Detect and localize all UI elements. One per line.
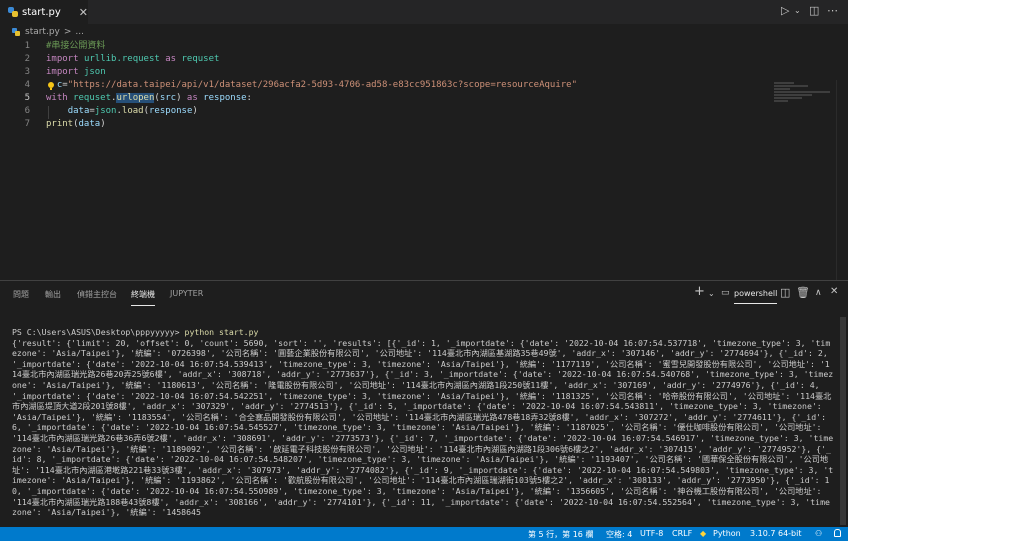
breadcrumb-tail[interactable]: ...: [75, 27, 84, 37]
line-ending[interactable]: CRLF: [672, 529, 692, 538]
code-token: ): [176, 93, 187, 103]
code-token: with: [46, 93, 74, 103]
line-number: 4: [24, 80, 30, 90]
terminal-icon: ▭: [721, 288, 730, 298]
terminal-result-text: {'result': {'limit': 20, 'offset': 0, 'c…: [12, 337, 834, 518]
code-token: json: [94, 106, 117, 116]
code-line[interactable]: 4 c="https://data.taipei/api/v1/dataset/…: [0, 79, 848, 92]
line-number: 1: [24, 41, 30, 51]
code-text: c="https://data.taipei/api/v1/dataset/29…: [46, 79, 577, 92]
tab-output[interactable]: 輸出: [45, 289, 61, 300]
code-line[interactable]: 5 with requset.urlopen(src) as response:: [0, 92, 848, 105]
indent-guide: [48, 106, 49, 119]
add-terminal-icon[interactable]: +: [694, 284, 705, 299]
python-file-icon: [12, 28, 20, 36]
code-token: :: [246, 93, 252, 103]
indentation[interactable]: 空格: 4: [606, 529, 632, 540]
code-token: ): [192, 106, 198, 116]
code-text: print(data): [46, 118, 106, 131]
line-number: 6: [24, 106, 30, 116]
editor-tab-bar: start.py ✕ ▷ ⌄ ◫ ⋯: [0, 0, 848, 24]
split-terminal-icon[interactable]: ◫: [780, 286, 790, 299]
close-tab-icon[interactable]: ✕: [79, 6, 88, 19]
code-token: urllib.request: [83, 54, 160, 64]
terminal-command: python start.py: [184, 327, 259, 337]
status-bar: 第 5 行，第 16 欄 空格: 4 UTF-8 CRLF ◆ Python 3…: [0, 527, 848, 541]
chevron-up-icon[interactable]: ∧: [815, 288, 822, 298]
encoding[interactable]: UTF-8: [640, 529, 663, 538]
tab-terminal[interactable]: 終端機: [131, 289, 155, 306]
trash-icon[interactable]: 🗑: [796, 286, 810, 299]
tab-filename: start.py: [22, 6, 61, 18]
breadcrumb-file[interactable]: start.py: [25, 27, 60, 37]
code-token: response: [203, 93, 247, 103]
ellipsis-icon[interactable]: ⋯: [827, 4, 838, 17]
code-token: #串接公開資料: [46, 41, 106, 51]
code-line[interactable]: 1 #串接公開資料: [0, 40, 848, 53]
terminal-output[interactable]: PS C:\Users\ASUS\Desktop\pppyyyyy> pytho…: [12, 327, 834, 527]
terminal-prompt: PS C:\Users\ASUS\Desktop\pppyyyyy>: [12, 327, 185, 337]
code-token: ): [100, 119, 106, 129]
panel-tabs: 問題 輸出 偵錯主控台 終端機 JUPYTER + ⌄ ▭ powershell…: [0, 281, 848, 307]
code-token: data: [78, 119, 101, 129]
code-token: import: [46, 54, 84, 64]
cursor-position[interactable]: 第 5 行，第 16 欄: [528, 529, 593, 540]
chevron-down-icon[interactable]: ⌄: [708, 289, 715, 298]
tab-problems[interactable]: 問題: [13, 289, 29, 300]
code-token: response: [149, 106, 193, 116]
minimap[interactable]: [774, 82, 832, 142]
python-file-icon: [8, 7, 19, 17]
code-text: import urllib.request as requset: [46, 53, 219, 66]
code-token: load: [121, 106, 144, 116]
line-number: 2: [24, 54, 30, 64]
code-token: requset: [73, 93, 112, 103]
code-token: src: [159, 93, 177, 103]
code-token: data: [67, 106, 90, 116]
terminal-name[interactable]: powershell: [734, 289, 778, 304]
code-token: import: [46, 67, 84, 77]
python-interpreter[interactable]: 3.10.7 64-bit: [750, 529, 802, 538]
code-text: #串接公開資料: [46, 40, 105, 53]
breadcrumb-separator: >: [63, 27, 72, 37]
feedback-icon[interactable]: ⚇: [815, 529, 822, 538]
code-line[interactable]: 3 import json: [0, 66, 848, 79]
code-line[interactable]: 2 import urllib.request as requset: [0, 53, 848, 66]
editor-tab-start-py[interactable]: start.py ✕: [0, 0, 88, 24]
notifications-bell-icon[interactable]: [834, 529, 841, 537]
code-token: "https://data.taipei/api/v1/dataset/296a…: [67, 80, 578, 90]
line-number: 7: [24, 119, 30, 129]
tab-debug-console[interactable]: 偵錯主控台: [77, 289, 117, 300]
code-token: requset: [181, 54, 220, 64]
split-editor-icon[interactable]: ◫: [809, 4, 819, 17]
play-icon[interactable]: ▷: [781, 4, 789, 17]
tab-jupyter[interactable]: JUPYTER: [170, 289, 203, 298]
python-logo-icon: ◆: [700, 529, 707, 538]
terminal-prompt-line: PS C:\Users\ASUS\Desktop\pppyyyyy> pytho…: [12, 327, 834, 338]
code-line[interactable]: 6 data=json.load(response): [0, 105, 848, 118]
code-line[interactable]: 7 print(data): [0, 118, 848, 131]
close-panel-icon[interactable]: ✕: [830, 286, 838, 297]
language-mode[interactable]: Python: [713, 529, 741, 538]
code-editor[interactable]: 1 #串接公開資料 2 import urllib.request as requse…: [0, 40, 848, 320]
code-token: as: [186, 93, 204, 103]
code-token: as: [159, 54, 182, 64]
code-token: urlopen: [116, 93, 155, 103]
code-token: json: [83, 67, 106, 77]
code-token: print: [46, 119, 74, 129]
terminal-scrollbar[interactable]: [840, 317, 846, 525]
bottom-panel: 問題 輸出 偵錯主控台 終端機 JUPYTER + ⌄ ▭ powershell…: [0, 280, 848, 528]
line-number: 5: [24, 93, 30, 103]
chevron-down-icon[interactable]: ⌄: [794, 6, 801, 15]
code-text: with requset.urlopen(src) as response:: [46, 92, 252, 105]
breadcrumb: start.py > ...: [0, 24, 848, 40]
line-number: 3: [24, 67, 30, 77]
lightbulb-icon[interactable]: [47, 80, 56, 93]
code-text: data=json.load(response): [46, 105, 198, 118]
vscode-window: start.py ✕ ▷ ⌄ ◫ ⋯ start.py > ... 1 #串接公開…: [0, 0, 848, 541]
code-text: import json: [46, 66, 106, 79]
